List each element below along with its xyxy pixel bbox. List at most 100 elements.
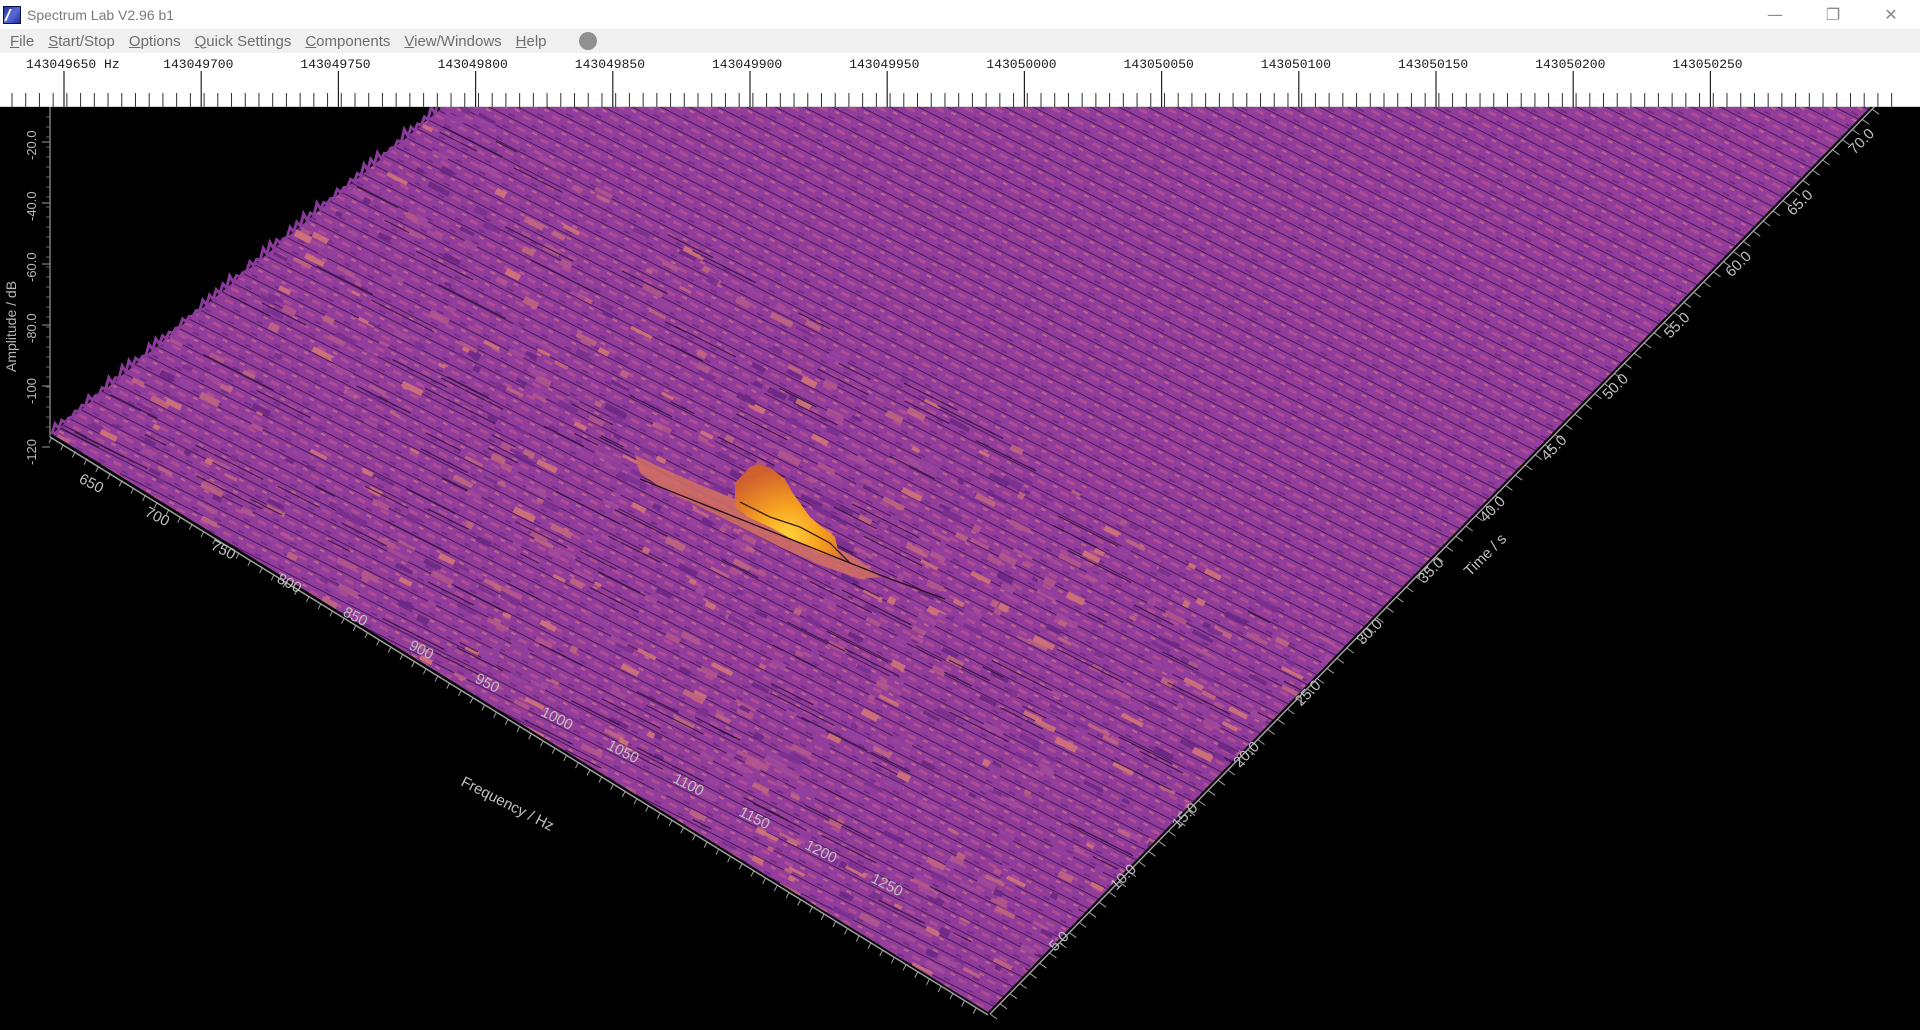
frequency-scale-label: 143050200 [1535,57,1606,72]
frequency-axis-minor-tick [528,733,533,740]
frequency-axis-minor-tick [481,704,486,711]
menu-options[interactable]: Options [129,33,181,50]
frequency-axis-minor-tick [773,884,778,892]
frequency-scale[interactable]: 143049650 Hz 143049700 143049750 143049800 1… [0,53,1920,107]
time-axis-minor-tick [1742,240,1751,247]
waterfall-noise-block [1349,662,1359,672]
menu-help-accel: H [515,32,527,50]
frequency-axis-minor-tick [387,646,392,653]
waterfall-scan-streak [1279,761,1345,796]
menu-file[interactable]: File [10,33,34,50]
time-axis-minor-tick [1772,210,1781,217]
time-axis-minor-tick [1713,271,1721,278]
time-axis-minor-tick [1326,667,1335,674]
waterfall-scan-streak [1321,671,1392,708]
frequency-axis-minor-tick [411,660,416,668]
frequency-axis-minor-tick [832,920,837,928]
time-axis-minor-tick [1078,922,1087,928]
menu-quick-settings[interactable]: Quick Settings [195,33,292,50]
time-axis-minor-tick [1267,728,1275,735]
time-axis-minor-tick [1138,861,1146,867]
frequency-axis-minor-tick [645,805,650,812]
frequency-axis-minor-tick [680,826,685,834]
frequency-scale-label: 143049650 Hz [26,57,120,72]
frequency-axis-minor-tick [937,985,942,993]
menu-components-accel: C [305,32,317,50]
time-axis-tick-label: 65.0 [1784,187,1817,220]
menu-file-accel: F [10,32,20,50]
time-axis-minor-tick [1465,525,1474,532]
frequency-axis-minor-tick [422,667,427,675]
waterfall-noise-block [1197,833,1221,850]
frequency-axis-minor-tick [738,863,743,870]
record-dot-icon[interactable] [578,32,597,50]
time-axis-minor-tick [1088,911,1097,918]
time-axis-minor-tick [1336,657,1345,664]
frequency-axis-minor-tick [890,956,895,964]
frequency-axis-minor-tick [399,653,404,660]
time-axis-minor-tick [1148,850,1156,857]
time-axis-minor-tick [1584,403,1592,410]
menu-components[interactable]: Components [305,33,390,50]
waterfall-noise-block [1288,712,1301,723]
spectrum-lab-app-icon [3,5,21,24]
time-axis-minor-tick [1832,149,1840,156]
waterfall-noise-block [1250,762,1268,775]
time-axis-minor-tick [999,1003,1008,1010]
time-axis-minor-tick [1227,769,1236,776]
menu-help[interactable]: Help [516,33,547,50]
frequency-axis-minor-tick [563,754,568,762]
frequency-scale-label: 143049700 [163,57,234,72]
waterfall-noise-block [1150,857,1167,871]
frequency-axis-minor-tick [621,790,626,798]
time-axis-minor-tick [1564,423,1573,430]
window-controls: — ❐ ✕ [1746,0,1920,29]
waterfall-scan-streak [1167,834,1211,858]
frequency-axis-minor-tick [844,928,849,935]
time-axis-minor-tick [1802,179,1811,186]
amplitude-axis-tick-label: -100 [24,378,39,404]
frequency-axis-minor-tick [762,877,767,884]
time-axis-minor-tick [1624,362,1632,369]
frequency-axis-minor-tick [610,783,615,791]
time-axis-minor-tick [1168,830,1176,837]
frequency-axis-minor-tick [703,841,708,848]
frequency-axis-minor-tick [785,891,790,899]
waterfall-scan-streak [1199,827,1236,847]
frequency-axis-minor-tick [633,798,638,805]
menu-start-stop[interactable]: Start/Stop [48,33,115,50]
frequency-axis-minor-tick [656,812,661,819]
frequency-axis-label: Frequency / Hz [458,773,556,834]
time-axis-minor-tick [1762,220,1771,227]
time-axis-minor-tick [1257,739,1265,745]
menu-view-windows[interactable]: View/Windows [404,33,501,50]
amplitude-axis-tick-label: -20.0 [24,130,39,160]
time-axis-minor-tick [1098,901,1107,908]
time-axis-minor-tick [1108,891,1117,898]
frequency-axis-minor-tick [961,1000,966,1007]
close-button[interactable]: ✕ [1862,0,1920,29]
frequency-axis-minor-tick [668,819,673,827]
time-axis-minor-tick [1683,301,1692,308]
waterfall-noise-block [1258,779,1272,791]
frequency-scale-label: 143050100 [1260,57,1332,72]
menu-quick-settings-rest: uick Settings [206,32,292,50]
frequency-axis-minor-tick [516,725,521,733]
frequency-axis-minor-tick [446,682,451,689]
time-axis-minor-tick [1009,993,1018,1000]
frequency-axis-minor-tick [867,942,872,949]
frequency-axis-minor-tick [551,747,556,754]
time-axis-minor-tick [1594,393,1602,400]
frequency-axis-minor-tick [972,1007,977,1014]
amplitude-axis-tick-label: -40.0 [24,191,39,221]
restore-button[interactable]: ❐ [1804,0,1862,29]
frequency-axis-minor-tick [902,964,907,971]
minimize-button[interactable]: — [1746,0,1804,29]
menu-components-rest: omponents [316,32,391,50]
time-axis-minor-tick [1752,230,1761,237]
time-axis-minor-tick [1217,779,1226,786]
frequency-scale-label: 143050250 [1672,57,1743,72]
frequency-axis-minor-tick [797,899,802,906]
waterfall-3d-plot[interactable]: -20.0 -40.0 -60.0 -80.0 -100 -120 Amplitude / … [0,107,1920,1030]
amplitude-axis-tick-label: -80.0 [24,313,39,343]
